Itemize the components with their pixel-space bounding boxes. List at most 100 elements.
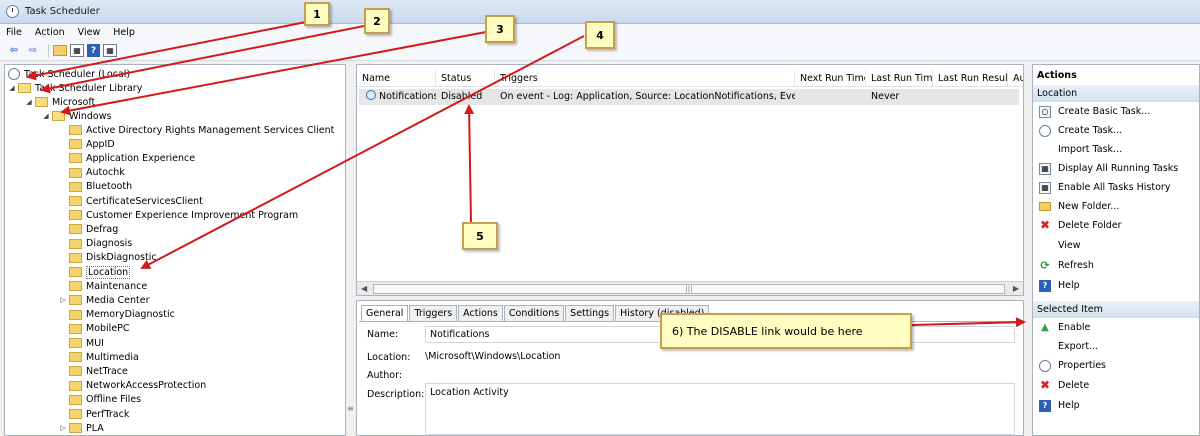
- folder-icon: [69, 352, 82, 363]
- window-title: Task Scheduler: [25, 6, 100, 17]
- enable-arrow-icon: ▲: [1041, 322, 1049, 333]
- action-delete[interactable]: ✖ Delete: [1039, 377, 1089, 394]
- collapsed-triangle-icon[interactable]: ▷: [59, 296, 67, 304]
- column-last-run-time[interactable]: Last Run Time: [866, 70, 933, 87]
- tab-conditions[interactable]: Conditions: [503, 305, 565, 321]
- table-row[interactable]: Notifications Disabled On event - Log: A…: [359, 89, 1019, 105]
- help-icon: ?: [1039, 279, 1051, 292]
- tree-item-nettrace[interactable]: NetTrace: [59, 364, 128, 378]
- horizontal-scrollbar[interactable]: ◀ ||| ▶: [357, 281, 1023, 295]
- folder-icon: [69, 167, 82, 178]
- scroll-left-icon[interactable]: ◀: [361, 284, 367, 293]
- tree-item-appid[interactable]: AppID: [59, 137, 115, 151]
- column-name[interactable]: Name: [357, 70, 436, 87]
- tree-item-windows[interactable]: ◢ Windows: [42, 109, 111, 123]
- action-create-task[interactable]: Create Task...: [1039, 122, 1122, 139]
- tree-item-mobilepc[interactable]: MobilePC: [59, 322, 130, 336]
- menu-help[interactable]: Help: [113, 27, 135, 38]
- description-field[interactable]: Location Activity: [425, 383, 1015, 435]
- column-next-run-time[interactable]: Next Run Time: [795, 70, 866, 87]
- delete-x-icon: ✖: [1039, 378, 1051, 392]
- tree-item-maintenance[interactable]: Maintenance: [59, 279, 147, 293]
- collapsed-triangle-icon[interactable]: ▷: [59, 424, 67, 432]
- tree-item-diagnosis[interactable]: Diagnosis: [59, 237, 132, 251]
- action-view[interactable]: View: [1039, 237, 1081, 254]
- action-selected-help[interactable]: ? Help: [1039, 397, 1080, 414]
- task-list[interactable]: Name Status Triggers Next Run Time Last …: [356, 64, 1024, 296]
- action-help[interactable]: ? Help: [1039, 277, 1080, 294]
- column-triggers[interactable]: Triggers: [495, 70, 795, 87]
- tab-triggers[interactable]: Triggers: [409, 305, 458, 321]
- tree-item-pla[interactable]: ▷ PLA: [59, 421, 103, 435]
- tree-item-root[interactable]: Task Scheduler (Local): [8, 67, 130, 81]
- action-delete-folder[interactable]: ✖ Delete Folder: [1039, 217, 1122, 234]
- name-label: Name:: [367, 329, 399, 340]
- location-label: Location:: [367, 352, 411, 363]
- action-enable-tasks-history[interactable]: ▦ Enable All Tasks History: [1039, 179, 1170, 196]
- tree-item-offline-files[interactable]: Offline Files: [59, 393, 141, 407]
- action-new-folder[interactable]: New Folder...: [1039, 198, 1119, 215]
- task-triggers-cell: On event - Log: Application, Source: Loc…: [500, 91, 795, 102]
- tree-item-bluetooth[interactable]: Bluetooth: [59, 180, 132, 194]
- menu-view[interactable]: View: [78, 27, 101, 38]
- tree-item-application-experience[interactable]: Application Experience: [59, 151, 195, 165]
- folder-icon: [69, 281, 82, 292]
- tree-item-multimedia[interactable]: Multimedia: [59, 350, 139, 364]
- section-location[interactable]: Location: [1033, 85, 1199, 102]
- help-icon[interactable]: ?: [87, 44, 100, 57]
- tree-item-autochk[interactable]: Autochk: [59, 166, 125, 180]
- action-export[interactable]: Export...: [1039, 338, 1098, 355]
- expanded-triangle-icon[interactable]: ◢: [25, 98, 33, 106]
- task-last-run-cell: Never: [871, 91, 900, 102]
- folder-icon: [69, 394, 82, 405]
- tab-general[interactable]: General: [361, 305, 409, 322]
- tree-item-location[interactable]: Location: [59, 265, 131, 279]
- expanded-triangle-icon[interactable]: ◢: [8, 84, 16, 92]
- back-arrow-icon[interactable]: ⇦: [6, 44, 22, 58]
- folder-tree[interactable]: Task Scheduler (Local) ◢ Task Scheduler …: [4, 64, 346, 436]
- action-properties[interactable]: Properties: [1039, 357, 1106, 374]
- tree-item-certificateservicesclient[interactable]: CertificateServicesClient: [59, 194, 203, 208]
- menu-action[interactable]: Action: [35, 27, 65, 38]
- expanded-triangle-icon[interactable]: ◢: [42, 112, 50, 120]
- action-refresh[interactable]: ⟳ Refresh: [1039, 257, 1094, 274]
- clock-icon: [6, 5, 19, 18]
- tree-item-memorydiagnostic[interactable]: MemoryDiagnostic: [59, 308, 175, 322]
- tree-item-library[interactable]: ◢ Task Scheduler Library: [8, 81, 142, 95]
- section-selected-item[interactable]: Selected Item: [1033, 301, 1199, 318]
- action-create-basic-task[interactable]: ○ Create Basic Task...: [1039, 103, 1150, 120]
- tree-item-networkaccessprotection[interactable]: NetworkAccessProtection: [59, 379, 206, 393]
- action-import-task[interactable]: Import Task...: [1039, 141, 1122, 158]
- column-author[interactable]: Au: [1008, 70, 1023, 87]
- create-task-icon: [1039, 124, 1051, 137]
- help-icon: ?: [1039, 399, 1051, 412]
- column-status[interactable]: Status: [436, 70, 495, 87]
- splitter-grip-icon: ≡: [347, 404, 354, 413]
- scroll-thumb[interactable]: |||: [373, 284, 1005, 294]
- tree-item-diskdiagnostic[interactable]: DiskDiagnostic: [59, 251, 157, 265]
- column-last-run-result[interactable]: Last Run Result: [933, 70, 1008, 87]
- tree-item-mui[interactable]: MUI: [59, 336, 104, 350]
- tree-item-perftrack[interactable]: PerfTrack: [59, 407, 129, 421]
- tree-item-defrag[interactable]: Defrag: [59, 222, 118, 236]
- folder-icon: [69, 423, 82, 434]
- tree-item-media-center[interactable]: ▷ Media Center: [59, 293, 149, 307]
- tree-item-active-directory-rights-management-services-client[interactable]: Active Directory Rights Management Servi…: [59, 123, 334, 137]
- toolbar-separator: [48, 43, 49, 58]
- folder-icon: [69, 267, 82, 277]
- show-hide-tree-icon[interactable]: ▦: [70, 44, 84, 57]
- delete-x-icon: ✖: [1039, 218, 1051, 232]
- tab-settings[interactable]: Settings: [565, 305, 615, 321]
- action-enable[interactable]: ▲ Enable: [1039, 319, 1090, 336]
- tree-item-microsoft[interactable]: ◢ Microsoft: [25, 95, 95, 109]
- menu-file[interactable]: File: [6, 27, 22, 38]
- tab-actions[interactable]: Actions: [458, 305, 503, 321]
- up-folder-icon[interactable]: [53, 45, 67, 56]
- show-hide-action-pane-icon[interactable]: ▦: [103, 44, 117, 57]
- forward-arrow-icon[interactable]: ⇨: [25, 44, 41, 58]
- pane-splitter[interactable]: ≡: [346, 64, 354, 436]
- action-display-running-tasks[interactable]: ▦ Display All Running Tasks: [1039, 160, 1178, 177]
- tree-item-customer-experience-improvement-program[interactable]: Customer Experience Improvement Program: [59, 208, 298, 222]
- location-value: \Microsoft\Windows\Location: [425, 351, 561, 362]
- scroll-right-icon[interactable]: ▶: [1013, 284, 1019, 293]
